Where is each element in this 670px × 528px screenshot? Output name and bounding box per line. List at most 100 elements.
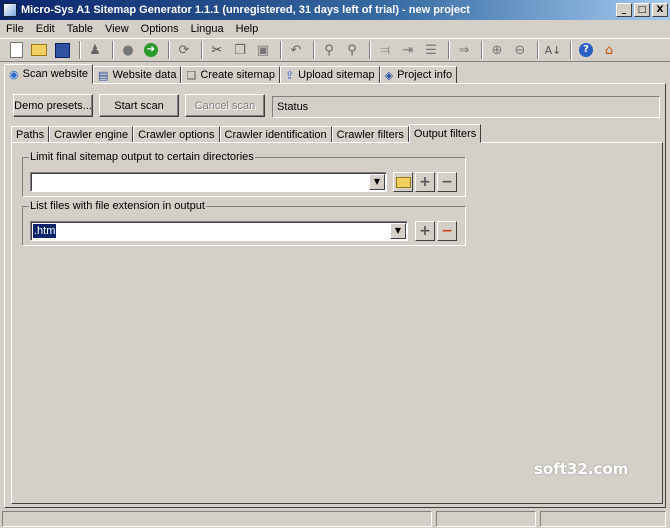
- menu-view[interactable]: View: [99, 23, 135, 35]
- folder-icon: [395, 176, 411, 188]
- plus-icon: +: [419, 223, 431, 239]
- tab-crawler-identification[interactable]: Crawler identification: [219, 126, 332, 143]
- add-extension-button[interactable]: +: [415, 221, 435, 241]
- document-icon: ❏: [186, 68, 197, 82]
- tab-create-sitemap[interactable]: ❏ Create sitemap: [181, 66, 280, 84]
- undo-icon[interactable]: ↶: [286, 40, 306, 60]
- toolbar-separator: [168, 41, 170, 59]
- status-field: Status: [272, 96, 660, 118]
- go-arrow-icon[interactable]: ➜: [141, 40, 161, 60]
- menu-file[interactable]: File: [0, 23, 30, 35]
- tab-label: Upload sitemap: [298, 69, 375, 81]
- status-panel-2: [436, 511, 536, 527]
- stop-icon[interactable]: ●: [118, 40, 138, 60]
- tab-paths[interactable]: Paths: [11, 126, 50, 143]
- save-icon[interactable]: [52, 40, 72, 60]
- main-tabs: ◉ Scan website ▤ Website data ❏ Create s…: [4, 64, 458, 84]
- menu-edit[interactable]: Edit: [30, 23, 61, 35]
- expand-icon[interactable]: ⊕: [487, 40, 507, 60]
- minus-icon: −: [441, 223, 453, 239]
- limit-directories-label: Limit final sitemap output to certain di…: [29, 151, 255, 163]
- toolbar-separator: [448, 41, 450, 59]
- browse-folder-button[interactable]: [393, 172, 413, 192]
- status-bar: [0, 510, 670, 528]
- add-directory-button[interactable]: +: [415, 172, 435, 192]
- align-left-icon[interactable]: ⫤: [375, 40, 395, 60]
- tab-label: Scan website: [22, 68, 89, 80]
- title-bar: Micro-Sys A1 Sitemap Generator 1.1.1 (un…: [0, 0, 670, 20]
- tab-website-data[interactable]: ▤ Website data: [93, 66, 182, 84]
- home-icon[interactable]: ⌂: [599, 40, 619, 60]
- plus-icon: +: [419, 174, 431, 190]
- indent-icon[interactable]: ⇥: [398, 40, 418, 60]
- chevron-down-icon[interactable]: ▼: [369, 174, 385, 190]
- toolbar-separator: [280, 41, 282, 59]
- toolbar-separator: [112, 41, 114, 59]
- scan-icon: ◉: [9, 67, 19, 81]
- chart-icon: ▤: [98, 68, 109, 82]
- start-scan-button[interactable]: Start scan: [99, 94, 179, 117]
- limit-directories-group: Limit final sitemap output to certain di…: [22, 151, 466, 197]
- tab-label: Create sitemap: [200, 69, 275, 81]
- cut-icon[interactable]: ✂: [207, 40, 227, 60]
- toolbar-separator: [313, 41, 315, 59]
- sub-tabs: Paths Crawler engine Crawler options Cra…: [11, 124, 482, 143]
- remove-extension-button[interactable]: −: [437, 221, 457, 241]
- toolbar-separator: [79, 41, 81, 59]
- watermark: soft32.com: [534, 460, 629, 478]
- find-icon[interactable]: ⚲: [319, 40, 339, 60]
- app-icon: [3, 3, 17, 17]
- file-extension-group: List files with file extension in output…: [22, 200, 466, 246]
- toolbar-separator: [537, 41, 539, 59]
- move-right-icon[interactable]: ⇒: [454, 40, 474, 60]
- menu-bar: File Edit Table View Options Lingua Help: [0, 20, 670, 38]
- status-panel-3: [540, 511, 666, 527]
- tab-crawler-engine[interactable]: Crawler engine: [49, 126, 134, 143]
- maximize-button[interactable]: □: [634, 3, 650, 17]
- limit-directories-value: [33, 175, 35, 189]
- tab-scan-website[interactable]: ◉ Scan website: [4, 64, 94, 84]
- close-button[interactable]: X: [652, 3, 668, 17]
- new-file-icon[interactable]: [6, 40, 26, 60]
- chevron-down-icon[interactable]: ▼: [390, 223, 406, 239]
- tab-output-filters[interactable]: Output filters: [408, 124, 482, 143]
- tab-crawler-filters[interactable]: Crawler filters: [331, 126, 409, 143]
- info-icon: ◈: [384, 68, 394, 82]
- refresh-icon[interactable]: ⟳: [174, 40, 194, 60]
- tab-label: Website data: [112, 69, 177, 81]
- find-replace-icon[interactable]: ⚲: [342, 40, 362, 60]
- collapse-icon[interactable]: ⊖: [510, 40, 530, 60]
- minimize-button[interactable]: _: [616, 3, 632, 17]
- help-icon[interactable]: ?: [576, 40, 596, 60]
- file-extension-value: .htm: [33, 224, 57, 238]
- toolbar-separator: [201, 41, 203, 59]
- upload-icon: ⇪: [284, 68, 295, 82]
- output-filters-panel: Limit final sitemap output to certain di…: [11, 142, 663, 504]
- menu-table[interactable]: Table: [61, 23, 99, 35]
- menu-help[interactable]: Help: [230, 23, 265, 35]
- tab-upload-sitemap[interactable]: ⇪ Upload sitemap: [279, 66, 380, 84]
- open-folder-icon[interactable]: [29, 40, 49, 60]
- toolbar-separator: [570, 41, 572, 59]
- tab-project-info[interactable]: ◈ Project info: [379, 66, 458, 84]
- file-extension-combo[interactable]: .htm ▼: [30, 221, 408, 241]
- pin-icon[interactable]: ♟: [85, 40, 105, 60]
- file-extension-label: List files with file extension in output: [29, 200, 206, 212]
- scan-website-panel: Demo presets... Start scan Cancel scan S…: [4, 83, 666, 508]
- demo-presets-button[interactable]: Demo presets...: [13, 94, 93, 117]
- minus-icon: −: [441, 174, 453, 190]
- sort-icon[interactable]: A↓: [543, 40, 563, 60]
- align-distribute-icon[interactable]: ☰: [421, 40, 441, 60]
- menu-options[interactable]: Options: [135, 23, 185, 35]
- tab-crawler-options[interactable]: Crawler options: [133, 126, 220, 143]
- remove-directory-button[interactable]: −: [437, 172, 457, 192]
- toolbar: ♟ ● ➜ ⟳ ✂ ❐ ▣ ↶ ⚲ ⚲ ⫤ ⇥ ☰ ⇒ ⊕ ⊖ A↓ ? ⌂: [0, 38, 670, 62]
- copy-icon[interactable]: ❐: [230, 40, 250, 60]
- menu-lingua[interactable]: Lingua: [185, 23, 230, 35]
- cancel-scan-button[interactable]: Cancel scan: [185, 94, 265, 117]
- limit-directories-combo[interactable]: ▼: [30, 172, 387, 192]
- window-title: Micro-Sys A1 Sitemap Generator 1.1.1 (un…: [21, 4, 470, 16]
- paste-icon[interactable]: ▣: [253, 40, 273, 60]
- status-panel-main: [2, 511, 432, 527]
- toolbar-separator: [369, 41, 371, 59]
